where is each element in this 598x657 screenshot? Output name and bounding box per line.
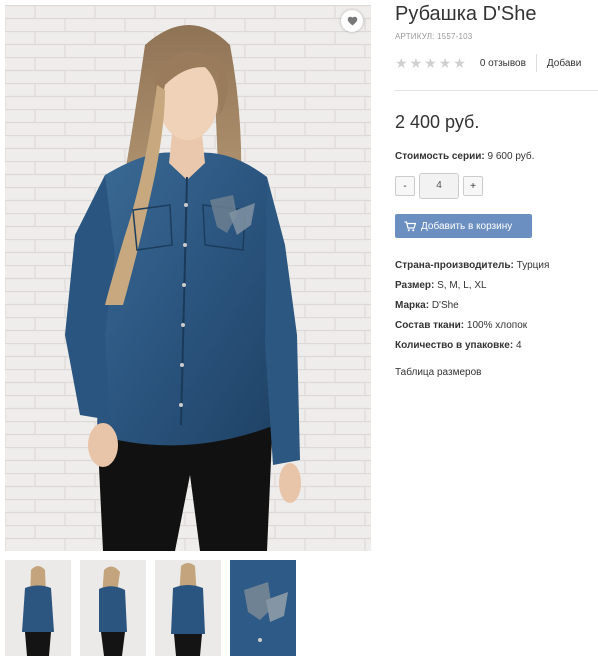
property-value: D'She <box>431 300 459 311</box>
reviews-link[interactable]: 0 отзывов <box>480 58 526 69</box>
add-review-link[interactable]: Добави <box>547 58 581 69</box>
rating-row: ★ ★ ★ ★ ★ 0 отзывов Добави <box>395 54 581 72</box>
property-label: Страна-производитель: <box>395 260 514 271</box>
star-icon[interactable]: ★ <box>453 56 466 70</box>
property-label: Количество в упаковке: <box>395 340 514 351</box>
product-title: Рубашка D'She <box>395 3 537 25</box>
quantity-stepper: - 4 + <box>395 173 483 199</box>
sku-value: 1557-103 <box>437 32 473 41</box>
product-main-image[interactable] <box>5 5 371 551</box>
product-sku: Артикул: 1557-103 <box>395 32 472 41</box>
property-label: Размер: <box>395 280 435 291</box>
cart-icon <box>404 220 416 232</box>
thumbnail-strip <box>5 560 296 656</box>
divider <box>535 54 537 72</box>
star-icon[interactable]: ★ <box>395 56 408 70</box>
property-value: 4 <box>515 340 522 351</box>
series-price-label: Стоимость серии: <box>395 151 485 162</box>
thumbnail-back[interactable] <box>155 560 221 656</box>
property-brand: Марка: D'She <box>395 299 549 319</box>
product-properties: Страна-производитель: Турция Размер: S, … <box>395 259 549 359</box>
divider <box>395 90 598 91</box>
series-price-value: 9 600 руб. <box>487 151 535 162</box>
size-table-link[interactable]: Таблица размеров <box>395 367 481 378</box>
property-pack-quantity: Количество в упаковке: 4 <box>395 339 549 359</box>
property-label: Марка: <box>395 300 430 311</box>
sku-label: Артикул: <box>395 32 435 41</box>
property-label: Состав ткани: <box>395 320 465 331</box>
thumbnail-front[interactable] <box>5 560 71 656</box>
property-value: 100% хлопок <box>466 320 528 331</box>
add-to-cart-label: Добавить в корзину <box>421 220 513 232</box>
star-icon[interactable]: ★ <box>410 56 423 70</box>
property-value: Турция <box>516 260 550 271</box>
property-fabric: Состав ткани: 100% хлопок <box>395 319 549 339</box>
star-icon[interactable]: ★ <box>424 56 437 70</box>
heart-icon <box>347 16 357 26</box>
thumbnail-side[interactable] <box>80 560 146 656</box>
quantity-input[interactable]: 4 <box>419 173 459 199</box>
quantity-increase-button[interactable]: + <box>463 176 483 196</box>
property-country: Страна-производитель: Турция <box>395 259 549 279</box>
property-value: S, M, L, XL <box>437 280 487 291</box>
add-to-cart-button[interactable]: Добавить в корзину <box>395 214 532 238</box>
favorite-button[interactable] <box>341 10 363 32</box>
series-price: Стоимость серии: 9 600 руб. <box>395 151 534 162</box>
rating-stars[interactable]: ★ ★ ★ ★ ★ <box>395 56 466 70</box>
property-size: Размер: S, M, L, XL <box>395 279 549 299</box>
quantity-decrease-button[interactable]: - <box>395 176 415 196</box>
product-price: 2 400 руб. <box>395 112 480 132</box>
thumbnail-detail[interactable] <box>230 560 296 656</box>
star-icon[interactable]: ★ <box>439 56 452 70</box>
